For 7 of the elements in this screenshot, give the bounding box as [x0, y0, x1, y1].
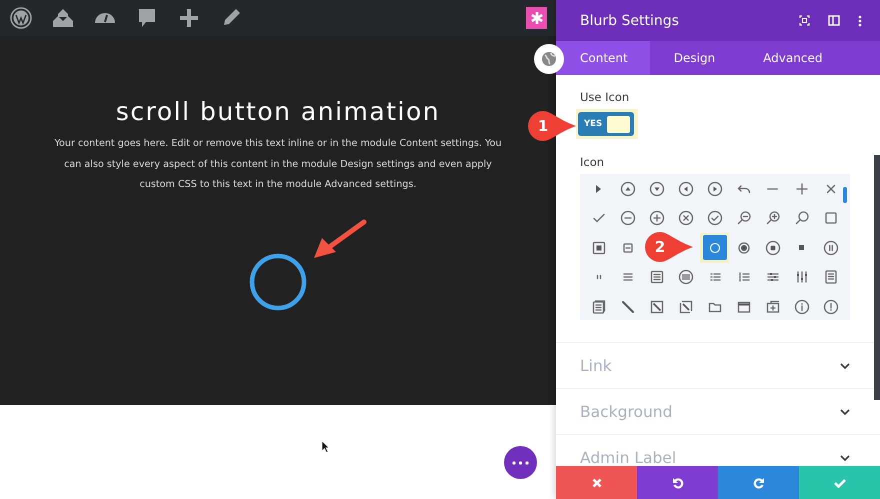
icon-label: Icon: [580, 155, 606, 169]
use-icon-label: Use Icon: [580, 90, 630, 104]
step-callout: 2: [645, 232, 693, 262]
module-body-text: Your content goes here. Edit or remove this text inline or in the module Content settings. You can also style every aspect of this content in the module Design settings and even apply custom CSS to this text in the module Advanced settings.: [53, 137, 503, 192]
module-heading: scroll button animation: [116, 96, 440, 128]
step-callout: 1: [528, 111, 576, 141]
panel-title: Blurb Settings: [580, 12, 680, 28]
